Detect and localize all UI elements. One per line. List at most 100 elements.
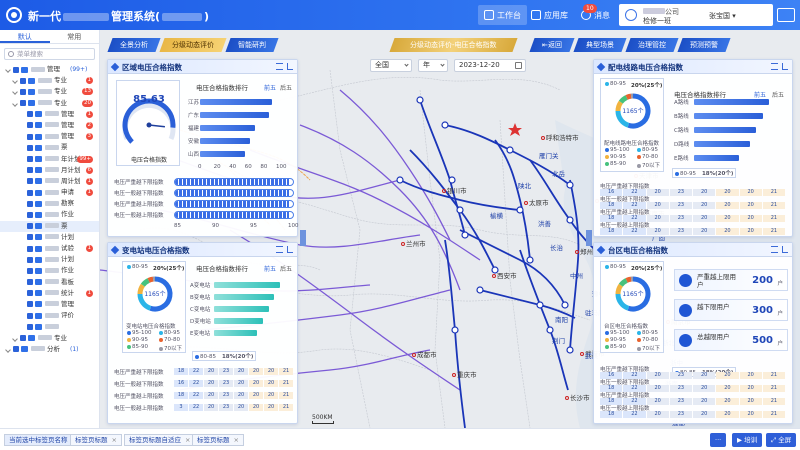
index-cell[interactable]: 18 (600, 228, 623, 235)
nav-messages[interactable]: 10 消息 (575, 4, 616, 25)
index-cell[interactable]: 23 (669, 385, 692, 392)
substation-node[interactable] (516, 206, 524, 214)
index-cell[interactable]: 20 (739, 411, 762, 418)
rank-bar[interactable] (200, 125, 255, 131)
index-cell[interactable]: 21 (279, 380, 293, 387)
back-button[interactable]: ⇤ 返回 (529, 38, 575, 52)
index-cell[interactable]: 20 (716, 398, 739, 405)
substation-node[interactable] (456, 206, 464, 214)
rank-bar[interactable] (214, 318, 263, 324)
index-cell[interactable]: 21 (762, 385, 785, 392)
index-cell[interactable]: 21 (762, 372, 785, 379)
tab-page[interactable]: 标签页标题 × (192, 434, 244, 446)
nav-app-library[interactable]: 应用库 (525, 5, 574, 25)
index-cell[interactable]: 22 (189, 380, 203, 387)
checkbox-icon[interactable] (27, 189, 33, 196)
sidebar-tree-item[interactable]: 看板 (0, 277, 99, 288)
sidebar-tree-item[interactable]: 周计划 1 (0, 176, 99, 187)
index-cell[interactable]: 20 (693, 411, 716, 418)
chevron-down-icon[interactable] (12, 335, 18, 342)
rank-bar[interactable] (694, 113, 763, 119)
index-cell[interactable]: 23 (219, 368, 233, 375)
index-cell[interactable]: 3 (174, 404, 188, 411)
menu-governance[interactable]: 治理管控 (625, 38, 679, 52)
sidebar-tree-item[interactable]: 票 (0, 220, 99, 232)
index-cell[interactable]: 22 (189, 404, 203, 411)
training-button[interactable]: ▶ 培训 (732, 433, 763, 447)
index-cell[interactable]: 20 (693, 202, 716, 209)
checkbox-icon[interactable] (20, 335, 26, 341)
checkbox-icon[interactable] (27, 234, 33, 241)
period-select[interactable]: 年 (418, 59, 448, 72)
fullscreen-button[interactable]: ⤢ 全屏 (766, 433, 797, 447)
sidebar-tree-item[interactable]: 年计划 99+ (0, 154, 99, 165)
close-icon[interactable]: × (234, 436, 239, 444)
index-cell[interactable]: 23 (219, 380, 233, 387)
index-cell[interactable]: 20 (693, 189, 716, 196)
list-icon[interactable] (771, 63, 778, 70)
index-cell[interactable]: 20 (693, 398, 716, 405)
checkbox-icon[interactable] (27, 122, 33, 129)
index-cell[interactable]: 22 (189, 368, 203, 375)
sidebar-tree-item[interactable]: 评价 (0, 310, 99, 321)
index-cell[interactable]: 20 (249, 404, 263, 411)
stat-card[interactable]: 越下限用户 300 户 (674, 299, 788, 321)
sidebar-tree-item[interactable]: 统计 1 (0, 288, 99, 299)
sidebar-tree-item[interactable]: 专业 1 (0, 75, 99, 86)
index-cell[interactable]: 18 (174, 368, 188, 375)
chart-icon[interactable] (782, 246, 788, 253)
index-cell[interactable]: 16 (174, 380, 188, 387)
sidebar-tree-item[interactable]: 分析 (1) (0, 344, 99, 355)
substation-node[interactable] (566, 181, 574, 189)
rank-bar[interactable] (214, 306, 269, 312)
rank-bar[interactable] (200, 151, 246, 157)
sidebar-tree-item[interactable]: 管理 (99+) (0, 64, 99, 75)
index-cell[interactable]: 23 (669, 372, 692, 379)
checkbox-icon[interactable] (27, 133, 33, 140)
stat-card[interactable]: 总越限用户 500 户 (674, 329, 788, 351)
donut-segment[interactable] (618, 278, 628, 287)
index-cell[interactable]: 20 (693, 215, 716, 222)
checkbox-icon[interactable] (27, 156, 33, 162)
tab-page-adaptive[interactable]: 标签页标题自适应 × (124, 434, 196, 446)
index-cell[interactable]: 22 (623, 411, 646, 418)
chevron-down-icon[interactable] (12, 100, 18, 107)
substation-node[interactable] (506, 146, 514, 154)
index-cell[interactable]: 20 (646, 189, 669, 196)
tab-frequent[interactable]: 常用 (50, 30, 100, 43)
left-panel-toggle[interactable] (300, 230, 306, 246)
index-cell[interactable]: 18 (600, 411, 623, 418)
index-cell[interactable]: 20 (646, 385, 669, 392)
substation-node[interactable] (441, 121, 449, 129)
chart-icon[interactable] (287, 246, 293, 253)
checkbox-icon[interactable] (27, 312, 33, 319)
nav-workbench[interactable]: 工作台 (478, 5, 527, 25)
chevron-down-icon[interactable] (5, 67, 11, 73)
substation-node[interactable] (476, 286, 484, 294)
more-button[interactable]: ··· (710, 433, 727, 447)
rank-bar[interactable] (694, 155, 740, 161)
menu-forecast[interactable]: 预测预警 (677, 38, 731, 52)
index-cell[interactable]: 20 (739, 228, 762, 235)
sidebar-tree-item[interactable]: 票 (0, 142, 99, 153)
tab-default[interactable]: 默认 (0, 30, 50, 43)
sidebar-tree-item[interactable]: 月计划 6 (0, 165, 99, 176)
index-cell[interactable]: 20 (693, 385, 716, 392)
index-cell[interactable]: 23 (669, 189, 692, 196)
rank-bar[interactable] (214, 330, 258, 336)
index-cell[interactable]: 20 (646, 372, 669, 379)
sidebar-tree-item[interactable]: 作业 (0, 209, 99, 220)
substation-node[interactable] (566, 216, 574, 224)
donut-segment[interactable] (625, 93, 632, 100)
index-cell[interactable]: 20 (739, 385, 762, 392)
index-cell[interactable]: 21 (762, 215, 785, 222)
index-cell[interactable]: 20 (739, 202, 762, 209)
fullscreen-icon[interactable] (777, 8, 795, 22)
user-name[interactable]: 张宝国 ▾ (709, 11, 736, 21)
close-icon[interactable]: × (185, 436, 190, 444)
donut-segment[interactable] (625, 276, 632, 283)
index-cell[interactable]: 20 (693, 372, 716, 379)
rank-bar[interactable] (694, 127, 757, 133)
index-cell[interactable]: 22 (189, 392, 203, 399)
region-select[interactable]: 全国 (370, 59, 412, 72)
